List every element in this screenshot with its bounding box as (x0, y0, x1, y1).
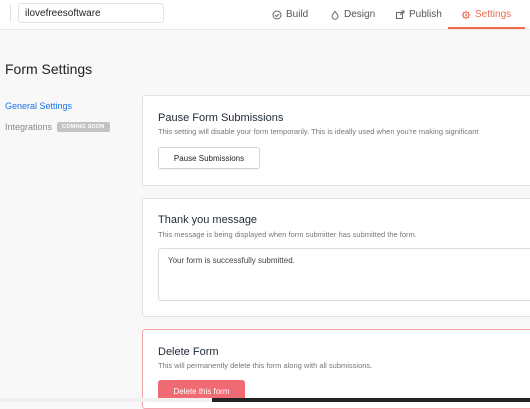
delete-form-card: Delete Form This will permanently delete… (142, 329, 530, 409)
check-circle-icon (272, 10, 282, 20)
tab-publish[interactable]: Publish (395, 0, 442, 29)
page-title: Form Settings (5, 61, 93, 77)
gear-icon (461, 10, 471, 20)
sidebar-item-general-settings[interactable]: General Settings (5, 101, 72, 111)
tab-design[interactable]: Design (330, 0, 375, 29)
thanks-title: Thank you message (158, 214, 258, 226)
tab-build[interactable]: Build (272, 0, 308, 29)
form-name-input[interactable] (18, 3, 164, 23)
divider (10, 4, 11, 22)
external-link-icon (395, 10, 405, 20)
thanks-description: This message is being displayed when for… (158, 230, 417, 239)
pause-submissions-button[interactable]: Pause Submissions (158, 147, 260, 169)
sidebar-item-label: Integrations (5, 122, 53, 132)
pause-description: This setting will disable your form temp… (158, 127, 479, 136)
delete-title: Delete Form (158, 346, 219, 358)
thank-you-message-card: Thank you message This message is being … (142, 198, 530, 317)
tab-build-label: Build (286, 9, 309, 20)
paint-drop-icon (330, 10, 340, 20)
pause-submissions-card: Pause Form Submissions This setting will… (142, 95, 530, 186)
top-navigation-bar: Build Design Publish Settings (0, 0, 530, 30)
coming-soon-badge: COMING SOON (57, 122, 110, 132)
tab-design-label: Design (344, 9, 376, 20)
tab-settings[interactable]: Settings (447, 0, 526, 29)
pause-title: Pause Form Submissions (158, 112, 284, 124)
tab-settings-label: Settings (475, 9, 512, 20)
sidebar-item-integrations: Integrations COMING SOON (5, 122, 110, 132)
thank-you-message-textarea[interactable]: Your form is successfully submitted. (158, 248, 530, 301)
bottom-edge-left (0, 398, 212, 402)
tab-publish-label: Publish (409, 9, 442, 20)
delete-description: This will permanently delete this form a… (158, 361, 373, 370)
